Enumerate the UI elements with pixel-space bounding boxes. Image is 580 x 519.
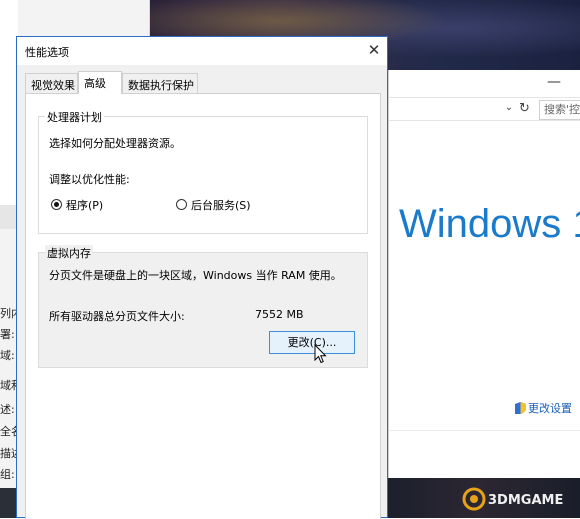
- left-fragment: 述:: [0, 403, 15, 416]
- processor-scheduling-group: 处理器计划 选择如何分配处理器资源。 调整以优化性能: 程序(P) 后台服务(S…: [38, 109, 368, 234]
- left-fragment: 组:: [0, 468, 15, 481]
- tab-visual-effects[interactable]: 视觉效果: [25, 73, 78, 93]
- change-settings-link[interactable]: 更改设置: [515, 400, 572, 416]
- left-fragment: 署:: [0, 328, 15, 341]
- minimize-icon[interactable]: —: [547, 74, 561, 90]
- processor-description: 选择如何分配处理器资源。: [49, 137, 181, 150]
- performance-options-dialog: 性能选项 ✕ 视觉效果 高级 数据执行保护 处理器计划 选择如何分配处理器资源。…: [16, 36, 388, 519]
- address-bar: ⌄ ↻ 搜索'控: [389, 97, 580, 121]
- watermark: 3DMGAME: [462, 484, 574, 517]
- system-window: — ⌄ ↻ 搜索'控 Windows 1 更改设置: [388, 70, 580, 478]
- mouse-cursor-icon: [314, 344, 327, 364]
- radio-programs[interactable]: [51, 199, 62, 210]
- tab-dep[interactable]: 数据执行保护: [122, 73, 198, 93]
- paging-total-label: 所有驱动器总分页文件大小:: [49, 310, 185, 323]
- system-window-titlebar: —: [389, 70, 580, 96]
- divider: [389, 430, 580, 431]
- optimize-label: 调整以优化性能:: [49, 173, 130, 186]
- shield-icon: [515, 402, 526, 414]
- virtual-memory-title: 虚拟内存: [45, 245, 93, 261]
- windows-brand-text: Windows 1: [399, 202, 580, 246]
- search-input[interactable]: 搜索'控: [539, 100, 580, 120]
- left-fragment: 域:: [0, 349, 15, 362]
- change-button[interactable]: 更改(C)...: [269, 331, 355, 354]
- virtual-memory-description: 分页文件是硬盘上的一块区域，Windows 当作 RAM 使用。: [49, 269, 342, 282]
- change-settings-label: 更改设置: [528, 402, 572, 415]
- radio-background-services[interactable]: [176, 199, 187, 210]
- processor-scheduling-title: 处理器计划: [45, 109, 104, 125]
- dialog-title: 性能选项: [25, 46, 69, 59]
- tab-advanced[interactable]: 高级: [78, 71, 122, 94]
- tab-panel-advanced: 处理器计划 选择如何分配处理器资源。 调整以优化性能: 程序(P) 后台服务(S…: [25, 93, 381, 519]
- radio-background-services-label[interactable]: 后台服务(S): [191, 197, 251, 213]
- dialog-titlebar: 性能选项 ✕: [17, 37, 387, 65]
- close-icon[interactable]: ✕: [363, 40, 385, 62]
- paging-total-value: 7552 MB: [255, 308, 304, 321]
- refresh-icon[interactable]: ↻: [519, 101, 530, 116]
- watermark-text: 3DMGAME: [488, 493, 563, 508]
- chevron-down-icon[interactable]: ⌄: [502, 102, 516, 116]
- watermark-logo: 3DMGAME: [462, 487, 563, 511]
- radio-programs-label[interactable]: 程序(P): [66, 197, 103, 213]
